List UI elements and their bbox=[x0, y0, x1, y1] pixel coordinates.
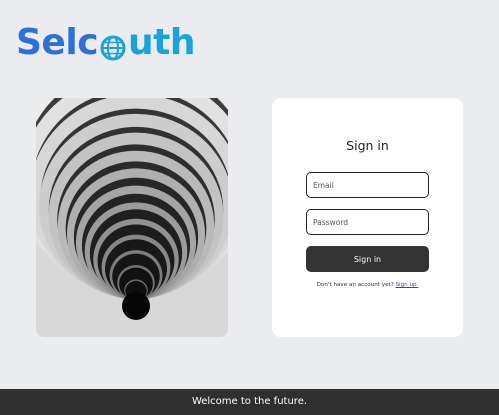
footer-text: Welcome to the future. bbox=[191, 396, 308, 407]
hero-image bbox=[36, 98, 228, 337]
spiral-staircase-image bbox=[36, 98, 228, 337]
signin-title: Sign in bbox=[346, 138, 389, 153]
signup-link[interactable]: Sign up. bbox=[395, 282, 418, 288]
globe-icon bbox=[99, 30, 127, 61]
password-field[interactable] bbox=[306, 209, 429, 235]
signup-prompt-text: Don't have an account yet? bbox=[316, 282, 394, 288]
signin-card: Sign in Sign in Don't have an account ye… bbox=[272, 98, 463, 337]
footer-banner: Welcome to the future. bbox=[0, 389, 499, 415]
signin-button[interactable]: Sign in bbox=[306, 246, 429, 272]
logo-text-prefix: Sel bbox=[16, 21, 78, 63]
signup-prompt: Don't have an account yet? Sign up. bbox=[272, 282, 463, 288]
logo-text-suffix: uth bbox=[128, 21, 195, 63]
logo-c: c bbox=[77, 21, 99, 63]
brand-logo[interactable]: Sel c uth bbox=[16, 21, 195, 63]
email-field[interactable] bbox=[306, 172, 429, 198]
